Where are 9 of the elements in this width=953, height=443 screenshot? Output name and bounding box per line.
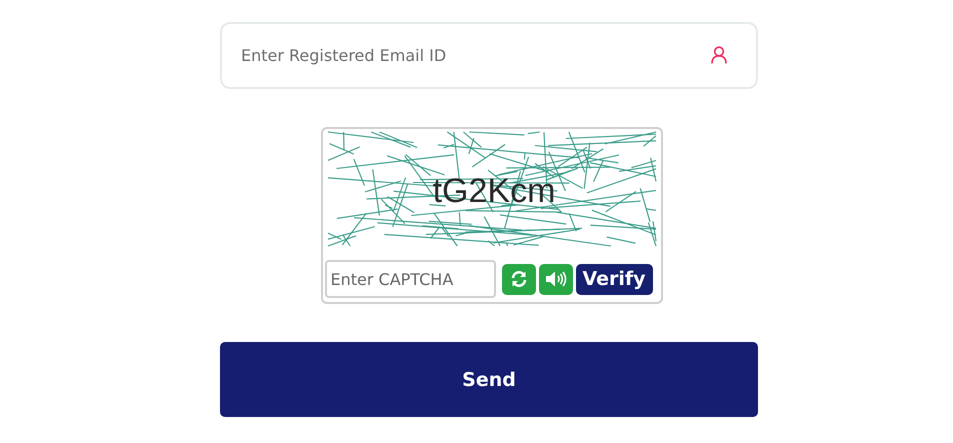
audio-button[interactable]	[538, 264, 572, 294]
speaker-icon	[544, 270, 566, 288]
user-icon	[711, 46, 727, 64]
refresh-button[interactable]	[502, 264, 536, 294]
email-field[interactable]: Enter Registered Email ID	[220, 22, 758, 89]
verify-button[interactable]: Verify	[576, 264, 652, 294]
send-button[interactable]: Send	[220, 342, 758, 417]
captcha-input[interactable]: Enter CAPTCHA	[324, 260, 496, 298]
refresh-icon	[510, 270, 528, 288]
